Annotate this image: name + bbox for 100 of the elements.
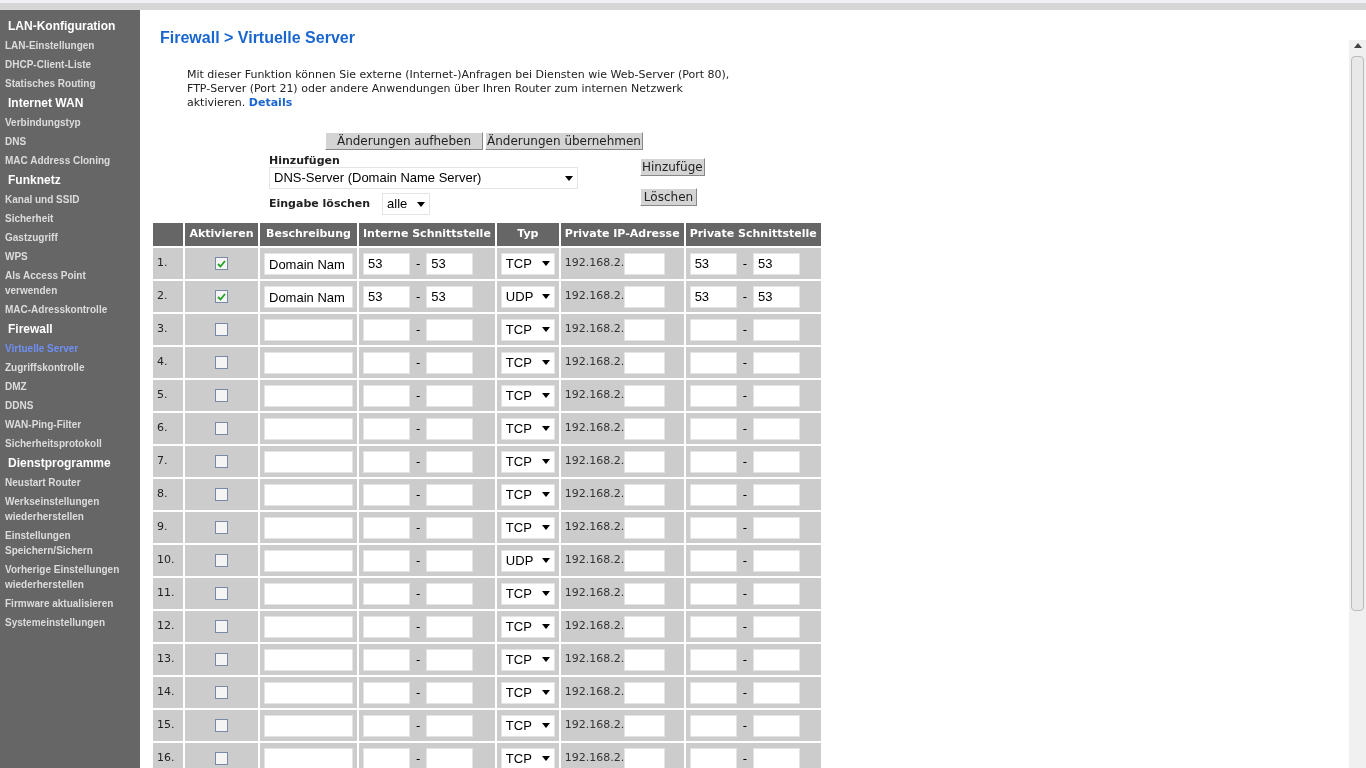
port-field[interactable]	[363, 582, 410, 605]
sidebar-link[interactable]: Zugriffskontrolle	[5, 358, 136, 377]
type-dropdown[interactable]: TCP	[500, 615, 555, 638]
port-field[interactable]	[689, 384, 737, 407]
port-field[interactable]	[752, 648, 800, 671]
description-field[interactable]	[264, 484, 353, 506]
ip-field[interactable]	[624, 714, 666, 737]
port-field[interactable]: 53	[752, 252, 800, 275]
sidebar-link[interactable]: Werkseinstellungen wiederherstellen	[5, 492, 136, 526]
port-field[interactable]	[426, 681, 474, 704]
sidebar-link[interactable]: Sicherheitsprotokoll	[5, 434, 136, 453]
sidebar-link[interactable]: Als Access Point verwenden	[5, 266, 136, 300]
details-link[interactable]: Details	[248, 96, 293, 109]
port-field[interactable]	[689, 516, 737, 539]
sidebar-link[interactable]: LAN-Einstellungen	[5, 36, 136, 55]
sidebar-link[interactable]: DMZ	[5, 377, 136, 396]
sidebar-link[interactable]: Sicherheit	[5, 209, 136, 228]
port-field[interactable]: 53	[426, 285, 474, 308]
sidebar-link[interactable]: Einstellungen Speichern/Sichern	[5, 526, 136, 560]
sidebar-link[interactable]: DHCP-Client-Liste	[5, 55, 136, 74]
port-field[interactable]	[689, 615, 737, 638]
sidebar-link[interactable]: DDNS	[5, 396, 136, 415]
ip-field[interactable]	[624, 417, 666, 440]
activate-checkbox[interactable]	[215, 290, 228, 303]
activate-checkbox[interactable]	[215, 323, 228, 336]
type-dropdown[interactable]: TCP	[500, 417, 555, 440]
port-field[interactable]	[752, 516, 800, 539]
service-dropdown[interactable]: DNS-Server (Domain Name Server)	[269, 167, 578, 189]
port-field[interactable]	[426, 648, 474, 671]
type-dropdown[interactable]: TCP	[500, 714, 555, 737]
description-field[interactable]	[264, 451, 353, 473]
activate-checkbox[interactable]	[215, 455, 228, 468]
activate-checkbox[interactable]	[215, 488, 228, 501]
sidebar-link[interactable]: DNS	[5, 132, 136, 151]
port-field[interactable]	[689, 549, 737, 572]
description-field[interactable]	[264, 550, 353, 572]
port-field[interactable]	[426, 450, 474, 473]
activate-checkbox[interactable]	[215, 356, 228, 369]
port-field[interactable]	[752, 582, 800, 605]
sidebar-link[interactable]: Gastzugriff	[5, 228, 136, 247]
port-field[interactable]	[363, 516, 410, 539]
type-dropdown[interactable]: UDP	[500, 285, 555, 308]
port-field[interactable]	[752, 549, 800, 572]
description-field[interactable]	[264, 352, 353, 374]
port-field[interactable]	[752, 483, 800, 506]
sidebar-link[interactable]: Vorherige Einstellungen wiederherstellen	[5, 560, 136, 594]
description-field[interactable]: Domain Nam	[264, 286, 353, 308]
description-field[interactable]	[264, 418, 353, 440]
port-field[interactable]	[426, 615, 474, 638]
port-field[interactable]	[689, 351, 737, 374]
ip-field[interactable]	[624, 285, 666, 308]
type-dropdown[interactable]: TCP	[500, 648, 555, 671]
port-field[interactable]	[426, 384, 474, 407]
ip-field[interactable]	[624, 615, 666, 638]
activate-checkbox[interactable]	[215, 719, 228, 732]
type-dropdown[interactable]: TCP	[500, 351, 555, 374]
port-field[interactable]	[363, 681, 410, 704]
ip-field[interactable]	[624, 648, 666, 671]
port-field[interactable]	[363, 483, 410, 506]
activate-checkbox[interactable]	[215, 653, 228, 666]
sidebar-link[interactable]: MAC-Adresskontrolle	[5, 300, 136, 319]
port-field[interactable]	[689, 318, 737, 341]
activate-checkbox[interactable]	[215, 521, 228, 534]
port-field[interactable]	[752, 351, 800, 374]
port-field[interactable]	[363, 318, 410, 341]
port-field[interactable]	[689, 582, 737, 605]
port-field[interactable]	[363, 450, 410, 473]
port-field[interactable]	[752, 450, 800, 473]
type-dropdown[interactable]: TCP	[500, 681, 555, 704]
type-dropdown[interactable]: TCP	[500, 318, 555, 341]
ip-field[interactable]	[624, 384, 666, 407]
port-field[interactable]	[689, 648, 737, 671]
ip-field[interactable]	[624, 747, 666, 768]
port-field[interactable]	[426, 417, 474, 440]
type-dropdown[interactable]: UDP	[500, 549, 555, 572]
port-field[interactable]	[752, 681, 800, 704]
description-field[interactable]	[264, 715, 353, 737]
activate-checkbox[interactable]	[215, 752, 228, 765]
port-field[interactable]	[426, 582, 474, 605]
activate-checkbox[interactable]	[215, 620, 228, 633]
port-field[interactable]	[752, 384, 800, 407]
port-field[interactable]	[363, 351, 410, 374]
port-field[interactable]	[426, 483, 474, 506]
sidebar-link[interactable]: WPS	[5, 247, 136, 266]
sidebar-link[interactable]: Neustart Router	[5, 473, 136, 492]
sidebar-link[interactable]: Statisches Routing	[5, 74, 136, 93]
port-field[interactable]	[752, 417, 800, 440]
sidebar-link[interactable]: Firmware aktualisieren	[5, 594, 136, 613]
type-dropdown[interactable]: TCP	[500, 483, 555, 506]
activate-checkbox[interactable]	[215, 554, 228, 567]
port-field[interactable]: 53	[689, 285, 737, 308]
type-dropdown[interactable]: TCP	[500, 747, 555, 768]
description-field[interactable]	[264, 616, 353, 638]
description-field[interactable]	[264, 517, 353, 539]
port-field[interactable]	[752, 714, 800, 737]
port-field[interactable]	[363, 615, 410, 638]
ip-field[interactable]	[624, 252, 666, 275]
port-field[interactable]	[363, 549, 410, 572]
apply-changes-button[interactable]: Änderungen übernehmen	[485, 132, 643, 150]
port-field[interactable]	[363, 417, 410, 440]
